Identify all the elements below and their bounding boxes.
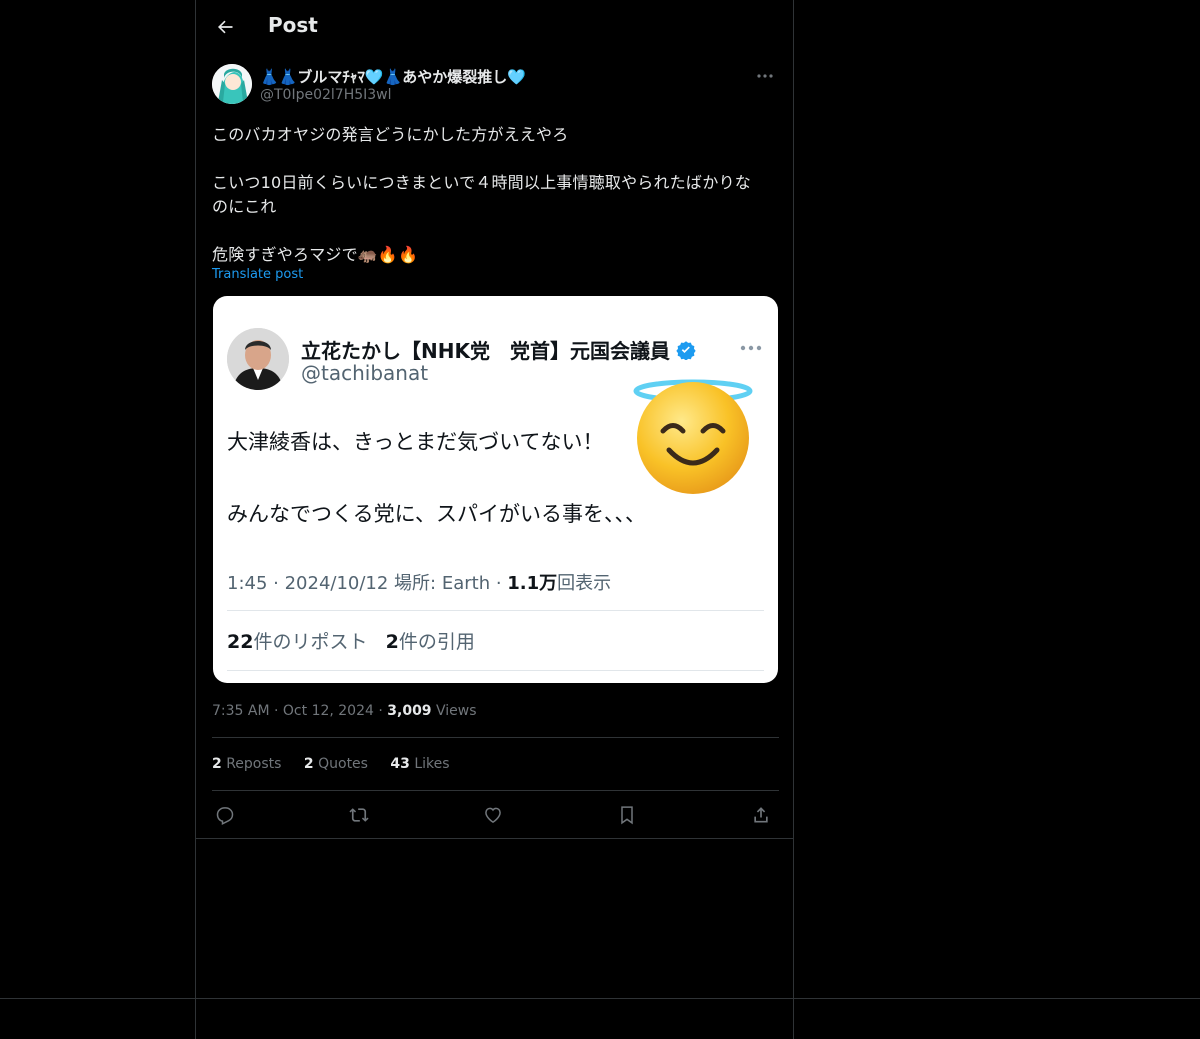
embedded-name-text: 立花たかし【NHK党 党首】元国会議員: [301, 339, 670, 363]
quotes-count: 2: [303, 756, 314, 772]
share-button[interactable]: [748, 802, 774, 828]
back-button[interactable]: [210, 12, 240, 42]
author-display-name[interactable]: 👗👗ブルマﾁｬﾏ🩵👗あやか爆裂推し🩵: [260, 66, 526, 87]
embedded-name: 立花たかし【NHK党 党首】元国会議員: [301, 335, 696, 364]
divider: [227, 610, 764, 611]
embedded-handle: @tachibanat: [301, 361, 429, 385]
embedded-quotes-count: 2: [385, 631, 399, 653]
action-bar: [212, 802, 779, 828]
reposts-label: Reposts: [226, 756, 282, 772]
divider: [227, 670, 764, 671]
embedded-reposts-count: 22: [227, 631, 254, 653]
divider: [212, 737, 779, 738]
post-image[interactable]: 立花たかし【NHK党 党首】元国会議員 @tachibanat 大津綾香は、きっ…: [213, 296, 778, 683]
smiling-face-with-halo-icon: [633, 376, 753, 496]
divider: [196, 838, 793, 839]
like-button[interactable]: [480, 802, 506, 828]
reposts-count: 2: [212, 756, 222, 772]
more-icon: [740, 336, 762, 355]
embedded-meta-prefix: 1:45 · 2024/10/12 場所: Earth ·: [227, 573, 508, 594]
quotes-label: Quotes: [318, 756, 368, 772]
author-handle[interactable]: @T0Ipe02l7H5I3wl: [260, 87, 392, 103]
embedded-stats: 22件のリポスト 2件の引用: [227, 627, 475, 654]
quotes-stat[interactable]: 2 Quotes: [304, 756, 368, 772]
post-text-line: 危険すぎやろマジで🦛🔥🔥: [212, 245, 419, 264]
likes-stat[interactable]: 43 Likes: [390, 756, 449, 772]
post-timestamp: 7:35 AM · Oct 12, 2024 · 3,009 Views: [212, 703, 477, 719]
verified-badge-icon: [676, 340, 696, 360]
embedded-reposts-label: 件のリポスト: [253, 631, 368, 653]
embedded-meta-suffix: 回表示: [557, 573, 612, 594]
likes-count: 43: [390, 756, 410, 772]
share-icon: [754, 807, 768, 823]
views-count: 3,009: [387, 703, 432, 719]
repost-button[interactable]: [346, 802, 372, 828]
back-arrow-icon: [218, 20, 233, 34]
bookmark-icon: [621, 806, 633, 825]
divider: [0, 998, 1200, 999]
embedded-meta-views: 1.1万: [507, 573, 558, 594]
embedded-meta: 1:45 · 2024/10/12 場所: Earth · 1.1万回表示: [227, 569, 611, 595]
reply-button[interactable]: [212, 802, 238, 828]
embedded-quotes-label: 件の引用: [398, 631, 475, 653]
post-author: 👗👗ブルマﾁｬﾏ🩵👗あやか爆裂推し🩵 @T0Ipe02l7H5I3wl: [212, 64, 779, 108]
embedded-text-line: 大津綾香は、きっとまだ気づいてない！: [227, 430, 604, 454]
embedded-text-line: みんなでつくる党に、スパイがいる事を、、、: [227, 502, 646, 526]
post-text-line: このバカオヤジの発言どうにかした方がええやろ: [212, 125, 569, 144]
bookmark-button[interactable]: [614, 802, 640, 828]
post-text-line: こいつ10日前くらいにつきまといで４時間以上事情聴取やられたばかりな: [212, 173, 752, 192]
reply-icon: [216, 807, 234, 825]
primary-column: Post 👗👗ブルマﾁｬﾏ🩵👗あやか爆裂推し🩵 @T0Ipe02l7H5I3wl…: [195, 0, 794, 1039]
embedded-avatar: [227, 328, 289, 390]
page-title: Post: [268, 13, 318, 37]
more-icon: [757, 74, 773, 78]
post-time[interactable]: 7:35 AM: [212, 703, 270, 719]
avatar[interactable]: [212, 64, 252, 104]
header: Post: [196, 0, 793, 55]
post-date[interactable]: Oct 12, 2024: [283, 703, 374, 719]
reposts-stat[interactable]: 2 Reposts: [212, 756, 281, 772]
likes-label: Likes: [414, 756, 450, 772]
views-label: Views: [436, 703, 477, 719]
translate-post-link[interactable]: Translate post: [212, 267, 303, 282]
engagement-stats: 2 Reposts 2 Quotes 43 Likes: [212, 756, 468, 772]
post-text-line: のにこれ: [212, 197, 277, 216]
divider: [212, 790, 779, 791]
more-options-button[interactable]: [751, 66, 779, 86]
like-icon: [485, 807, 501, 823]
repost-icon: [349, 808, 369, 822]
